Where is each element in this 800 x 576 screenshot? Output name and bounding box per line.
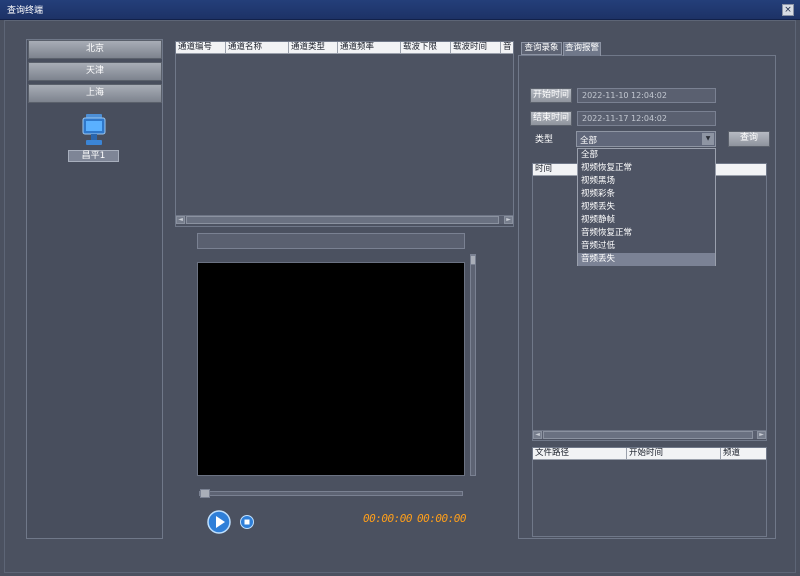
column-carrier-time[interactable]: 载波时间 bbox=[451, 42, 501, 53]
close-button[interactable]: × bbox=[782, 4, 794, 16]
scroll-left-icon[interactable]: ◄ bbox=[176, 216, 185, 224]
type-option[interactable]: 视频恢复正常 bbox=[578, 162, 715, 175]
column-channel[interactable]: 频道 bbox=[721, 448, 766, 459]
type-option[interactable]: 视频丢失 bbox=[578, 201, 715, 214]
column-start-time[interactable]: 开始时间 bbox=[627, 448, 721, 459]
end-time-field[interactable]: 2022-11-17 12:04:02 bbox=[577, 111, 716, 126]
file-table bbox=[532, 447, 767, 537]
start-time-button[interactable]: 开始时间 bbox=[530, 88, 572, 103]
scroll-left-icon[interactable]: ◄ bbox=[533, 431, 542, 439]
alarm-table-scrollbar[interactable]: ◄ ► bbox=[533, 430, 766, 439]
channel-table-header: 通道编号 通道名称 通道类型 通道频率 载波下限 载波时间 音 bbox=[176, 42, 513, 54]
monitor-icon[interactable] bbox=[80, 112, 108, 148]
scroll-thumb[interactable] bbox=[186, 216, 499, 224]
channel-table-scrollbar[interactable]: ◄ ► bbox=[176, 215, 513, 224]
tab-query-recording[interactable]: 查询录象 bbox=[521, 42, 562, 55]
stop-icon[interactable] bbox=[240, 515, 254, 529]
tab-query-alarm[interactable]: 查询报警 bbox=[563, 42, 601, 56]
scroll-right-icon[interactable]: ► bbox=[757, 431, 766, 439]
type-select[interactable]: 全部 ▼ bbox=[576, 131, 716, 147]
type-option-highlighted[interactable]: 音频丢失 bbox=[578, 253, 715, 266]
total-time: 00:00:00 bbox=[417, 512, 466, 525]
scroll-right-icon[interactable]: ► bbox=[504, 216, 513, 224]
region-button-tianjin[interactable]: 天津 bbox=[28, 62, 162, 81]
type-dropdown-list[interactable]: 全部 视频恢复正常 视频黑场 视频彩条 视频丢失 视频静帧 音频恢复正常 音频过… bbox=[577, 148, 716, 266]
type-option[interactable]: 音频恢复正常 bbox=[578, 227, 715, 240]
volume-slider-handle[interactable] bbox=[470, 255, 476, 265]
column-file-path[interactable]: 文件路径 bbox=[533, 448, 627, 459]
type-label: 类型 bbox=[535, 135, 554, 145]
region-button-shanghai[interactable]: 上海 bbox=[28, 84, 162, 103]
column-channel-name[interactable]: 通道名称 bbox=[226, 42, 289, 53]
end-time-button[interactable]: 结束时间 bbox=[530, 111, 572, 126]
seek-bar-handle[interactable] bbox=[200, 489, 210, 498]
current-time: 00:00:00 bbox=[363, 512, 412, 525]
search-button[interactable]: 查询 bbox=[728, 131, 770, 147]
type-select-value: 全部 bbox=[580, 136, 598, 146]
type-option[interactable]: 全部 bbox=[578, 149, 715, 162]
column-audio[interactable]: 音 bbox=[501, 42, 513, 53]
column-channel-type[interactable]: 通道类型 bbox=[289, 42, 338, 53]
column-carrier-min[interactable]: 载波下限 bbox=[401, 42, 451, 53]
column-channel-id[interactable]: 通道编号 bbox=[176, 42, 226, 53]
play-icon[interactable] bbox=[207, 510, 231, 534]
region-button-beijing[interactable]: 北京 bbox=[28, 40, 162, 59]
window-title: 查询终端 bbox=[7, 6, 44, 16]
start-time-field[interactable]: 2022-11-10 12:04:02 bbox=[577, 88, 716, 103]
chevron-down-icon[interactable]: ▼ bbox=[702, 133, 714, 145]
volume-slider[interactable] bbox=[470, 254, 476, 476]
type-option[interactable]: 视频静帧 bbox=[578, 214, 715, 227]
seek-bar[interactable] bbox=[199, 489, 463, 498]
type-option[interactable]: 视频黑场 bbox=[578, 175, 715, 188]
scroll-thumb[interactable] bbox=[543, 431, 753, 439]
device-label[interactable]: 昌平1 bbox=[68, 150, 119, 162]
video-display[interactable] bbox=[197, 262, 465, 476]
title-bar: 查询终端 × bbox=[0, 0, 800, 20]
file-table-header: 文件路径 开始时间 频道 bbox=[533, 448, 766, 460]
channel-table bbox=[175, 41, 514, 227]
type-option[interactable]: 音频过低 bbox=[578, 240, 715, 253]
video-title-bar bbox=[197, 233, 465, 249]
type-option[interactable]: 视频彩条 bbox=[578, 188, 715, 201]
column-channel-freq[interactable]: 通道频率 bbox=[338, 42, 401, 53]
